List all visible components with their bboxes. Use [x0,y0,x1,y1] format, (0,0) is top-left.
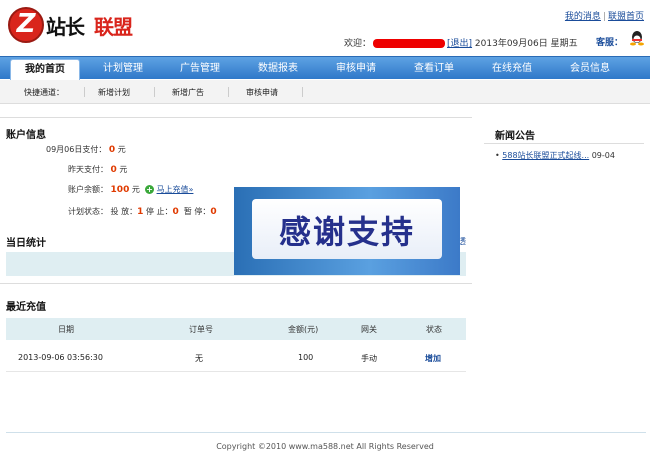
footer-copyright: Copyright ©2010 www.ma588.net All Rights… [216,442,434,451]
welcome-bar: 欢迎： [退出] 2013年09月06日 星期五 [344,36,578,49]
main-nav: 我的首页 计划管理 广告管理 数据报表 审核申请 查看订单 在线充值 会员信息 [0,56,650,80]
logo-text-1: 站长 [46,15,85,39]
quick-new-ad[interactable]: 新增广告 [172,87,204,98]
col-status: 状态 [426,325,442,334]
balance-row: 账户余额： 100 元 + 马上充值» [68,184,193,195]
top-links-separator: | [602,12,606,22]
tab-online-recharge[interactable]: 在线充值 [485,59,539,80]
recharge-plus-icon: + [144,185,154,194]
row-order: 无 [195,354,203,363]
quick-access-label: 快捷通道： [24,88,64,97]
news-item-date: 09-04 [591,151,615,160]
logo-text-2: 联盟 [94,15,133,39]
redacted-username [373,39,446,48]
welcome-label: 欢迎： [344,39,372,49]
paused-count: 0 [210,207,217,217]
running-label: 投 放： [110,207,138,216]
logout-link[interactable]: [退出] [447,39,472,49]
yesterday-payment-unit: 元 [119,165,128,174]
news-item-link[interactable]: 588站长联盟正式起线... [502,151,589,160]
banner-text: 感谢支持 [278,213,415,251]
today-payment-label: 09月06日支付： [46,145,107,154]
recharge-now-link[interactable]: 马上充值» [157,185,194,194]
tab-data-reports[interactable]: 数据报表 [251,59,305,80]
tab-my-home[interactable]: 我的首页 [10,59,80,80]
balance-unit: 元 [131,185,140,194]
subnav-divider [154,87,155,97]
table-row-divider [6,371,466,372]
balance-value: 100 [110,185,130,195]
news-item: • 588站长联盟正式起线... 09-04 [495,150,615,161]
tab-ad-management[interactable]: 广告管理 [173,59,227,80]
tab-plan-management[interactable]: 计划管理 [96,59,150,80]
col-date: 日期 [58,325,74,334]
news-title: 新闻公告 [495,131,535,142]
subnav-divider [302,87,303,97]
today-payment-unit: 元 [117,145,126,154]
today-payment-row: 09月06日支付： 0 元 [46,144,126,155]
recent-recharge-title: 最近充值 [6,302,46,313]
qq-icon[interactable] [629,30,645,46]
section-divider [0,117,472,118]
stopped-count: 0 [172,207,179,217]
tab-view-orders[interactable]: 查看订单 [407,59,461,80]
yesterday-payment-value: 0 [110,165,117,175]
quick-access-bar: 快捷通道： 新增计划 新增广告 审核申请 [0,80,650,104]
quick-review-request[interactable]: 审核申请 [246,87,278,98]
row-amount: 100 [298,353,314,362]
row-date: 2013-09-06 03:56:30 [18,353,103,362]
subnav-divider [84,87,85,97]
col-gateway: 网关 [361,325,377,334]
balance-label: 账户余额： [68,185,108,194]
yesterday-payment-label: 昨天支付： [68,165,108,174]
section-divider [0,283,472,284]
current-date: 2013年09月06日 星期五 [474,39,578,49]
news-divider [484,143,644,144]
subnav-divider [228,87,229,97]
top-links: 我的消息 | 联盟首页 [565,9,644,22]
row-gateway: 手动 [361,354,377,363]
tab-member-info[interactable]: 会员信息 [563,59,617,80]
account-info-title: 账户信息 [6,130,46,141]
union-home-link[interactable]: 联盟首页 [608,12,644,22]
logo-z-icon: Z [8,7,44,43]
col-amount: 金额(元) [288,325,319,334]
logo: Z 站长 联盟 [8,7,148,43]
tab-review-request[interactable]: 审核申请 [329,59,383,80]
running-count: 1 [137,207,144,217]
paused-label: 暂 停： [183,207,211,216]
footer-divider [6,432,646,433]
col-order: 订单号 [189,325,213,334]
plan-status-row: 计划状态： 投 放：1 停 止：0 暂 停：0 [68,206,217,217]
service-label: 客服： [596,38,624,48]
banner-inner: 感谢支持 [252,199,442,259]
bullet-icon: • [495,151,500,160]
today-stats-title: 当日统计 [6,238,46,249]
stopped-label: 停 止： [145,207,173,216]
recharge-table-header: 日期 订单号 金额(元) 网关 状态 [6,318,466,340]
my-messages-link[interactable]: 我的消息 [565,12,601,22]
row-status[interactable]: 增加 [425,353,441,364]
today-payment-value: 0 [108,145,116,155]
plan-status-label: 计划状态： [68,207,108,216]
quick-new-plan[interactable]: 新增计划 [98,87,130,98]
yesterday-payment-row: 昨天支付： 0 元 [68,164,127,175]
thanks-banner: 感谢支持 [234,187,460,275]
